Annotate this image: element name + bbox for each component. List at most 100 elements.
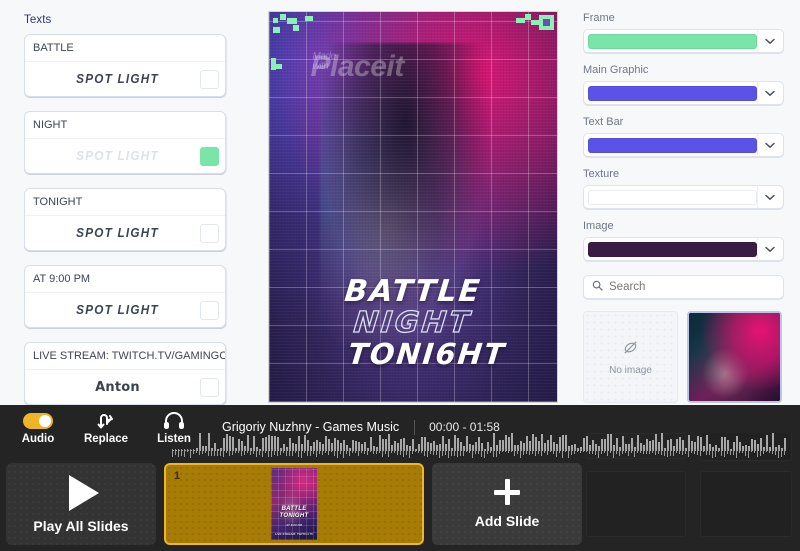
search-input[interactable] [609, 281, 775, 293]
text-card-input[interactable]: LIVE STREAM: TWITCH.TV/GAMINGCH [25, 343, 225, 370]
ruler-tick [358, 449, 359, 456]
thumbnail-no-image[interactable]: No image [583, 311, 678, 403]
ruler-tick [475, 449, 476, 454]
color-select[interactable] [583, 81, 784, 105]
text-card-font-row: SPOT LIGHT [25, 139, 225, 173]
ruler-tick [655, 449, 656, 455]
ruler-tick [430, 449, 431, 454]
chevron-down-icon[interactable] [757, 186, 781, 208]
font-picker[interactable]: SPOT LIGHT [40, 149, 195, 163]
ruler-tick [394, 449, 395, 453]
pixel-decor-top-left [270, 14, 317, 70]
color-preview [588, 33, 757, 49]
text-card-input[interactable]: NIGHT [25, 112, 225, 139]
color-swatch[interactable] [200, 223, 219, 243]
ruler-tick [553, 449, 554, 454]
ruler-tick [565, 449, 566, 452]
color-swatch[interactable] [200, 69, 219, 89]
design-canvas[interactable]: Made with Placeit BATTLE NIGHT TONI6HT [268, 12, 557, 402]
text-card-input[interactable]: BATTLE [25, 35, 225, 62]
font-picker[interactable]: SPOT LIGHT [40, 303, 195, 317]
slide-thumbnail-1[interactable]: 1 BATTLE TONIGHT AT 9:00 PM LIVE STREAM:… [164, 463, 424, 545]
color-select[interactable] [583, 29, 784, 53]
chevron-down-icon[interactable] [757, 82, 781, 104]
ruler-tick [757, 449, 758, 457]
color-select[interactable] [583, 185, 784, 209]
ruler-tick [649, 449, 650, 454]
headphones-icon [163, 411, 185, 432]
add-slide-label: Add Slide [474, 513, 540, 529]
text-card-input[interactable]: TONIGHT [25, 189, 225, 216]
text-card: NIGHT SPOT LIGHT [24, 111, 226, 174]
ruler-tick [745, 449, 746, 456]
ruler-tick [679, 449, 680, 454]
ruler-tick [484, 449, 485, 458]
ruler-tick [637, 449, 638, 453]
ruler-tick [643, 449, 644, 454]
ruler-tick [718, 449, 719, 452]
add-slide-button[interactable]: Add Slide [432, 463, 582, 545]
ruler-tick [763, 449, 764, 454]
ruler-tick [490, 449, 491, 453]
image-search-box[interactable] [583, 275, 784, 299]
thumbnail-photo-selected[interactable] [687, 311, 782, 403]
ruler-tick [451, 449, 452, 456]
ruler-tick [478, 449, 479, 454]
slide-preview-line-2: TONIGHT [279, 513, 309, 519]
text-card-input[interactable]: AT 9:00 PM [25, 266, 225, 293]
text-card: LIVE STREAM: TWITCH.TV/GAMINGCH Anton [24, 342, 226, 405]
ruler-tick [385, 449, 386, 454]
ruler-tick [307, 449, 308, 456]
ruler-tick [190, 449, 191, 458]
app-root: Texts BATTLE SPOT LIGHT NIGHT SPOT LIGHT TON… [0, 0, 800, 551]
color-swatch[interactable] [200, 377, 219, 397]
property-label: Main Graphic [583, 64, 649, 76]
canvas-text-battle[interactable]: BATTLE [269, 274, 557, 309]
ruler-tick [778, 449, 779, 458]
plus-icon [494, 479, 520, 505]
no-image-icon [622, 339, 639, 359]
canvas-text-tonight[interactable]: TONI6HT [281, 337, 557, 371]
color-select[interactable] [583, 133, 784, 157]
font-picker[interactable]: Anton [35, 380, 200, 395]
ruler-tick [208, 449, 209, 456]
ruler-tick [223, 449, 224, 457]
ruler-tick [253, 449, 254, 454]
ruler-tick [238, 449, 239, 453]
ruler-tick [520, 449, 521, 458]
ruler-tick [580, 449, 581, 453]
search-icon [592, 278, 603, 296]
ruler-tick [727, 449, 728, 454]
play-all-slides-button[interactable]: Play All Slides [6, 463, 156, 545]
ruler-tick [652, 449, 653, 453]
ruler-tick [418, 449, 419, 453]
chevron-down-icon[interactable] [757, 30, 781, 52]
color-select[interactable] [583, 237, 784, 261]
ruler-tick [220, 449, 221, 456]
font-picker[interactable]: SPOT LIGHT [40, 226, 195, 240]
ruler-tick [529, 449, 530, 455]
chevron-down-icon[interactable] [757, 134, 781, 156]
color-swatch[interactable] [200, 146, 219, 166]
ruler-tick [703, 449, 704, 452]
ruler-tick [289, 449, 290, 456]
ruler-tick [502, 449, 503, 452]
font-picker[interactable]: SPOT LIGHT [40, 72, 195, 86]
replace-audio-button[interactable]: Replace [80, 411, 132, 445]
ruler-tick [715, 449, 716, 457]
ruler-tick [277, 449, 278, 456]
ruler-tick [577, 449, 578, 452]
ruler-tick [550, 449, 551, 452]
text-card-font-row: SPOT LIGHT [25, 62, 225, 96]
chevron-down-icon[interactable] [757, 238, 781, 260]
color-swatch[interactable] [200, 300, 219, 320]
ruler-tick [559, 449, 560, 453]
ruler-tick [382, 449, 383, 457]
audio-toggle-button[interactable]: Audio [12, 411, 64, 445]
ruler-tick [403, 449, 404, 457]
canvas-text-night[interactable]: NIGHT [269, 304, 557, 339]
slide-preview-line-3: AT 9:00 PM [286, 523, 302, 527]
image-thumbnail-grid: No image [583, 311, 784, 403]
ruler-tick [361, 449, 362, 453]
ruler-tick [268, 449, 269, 457]
